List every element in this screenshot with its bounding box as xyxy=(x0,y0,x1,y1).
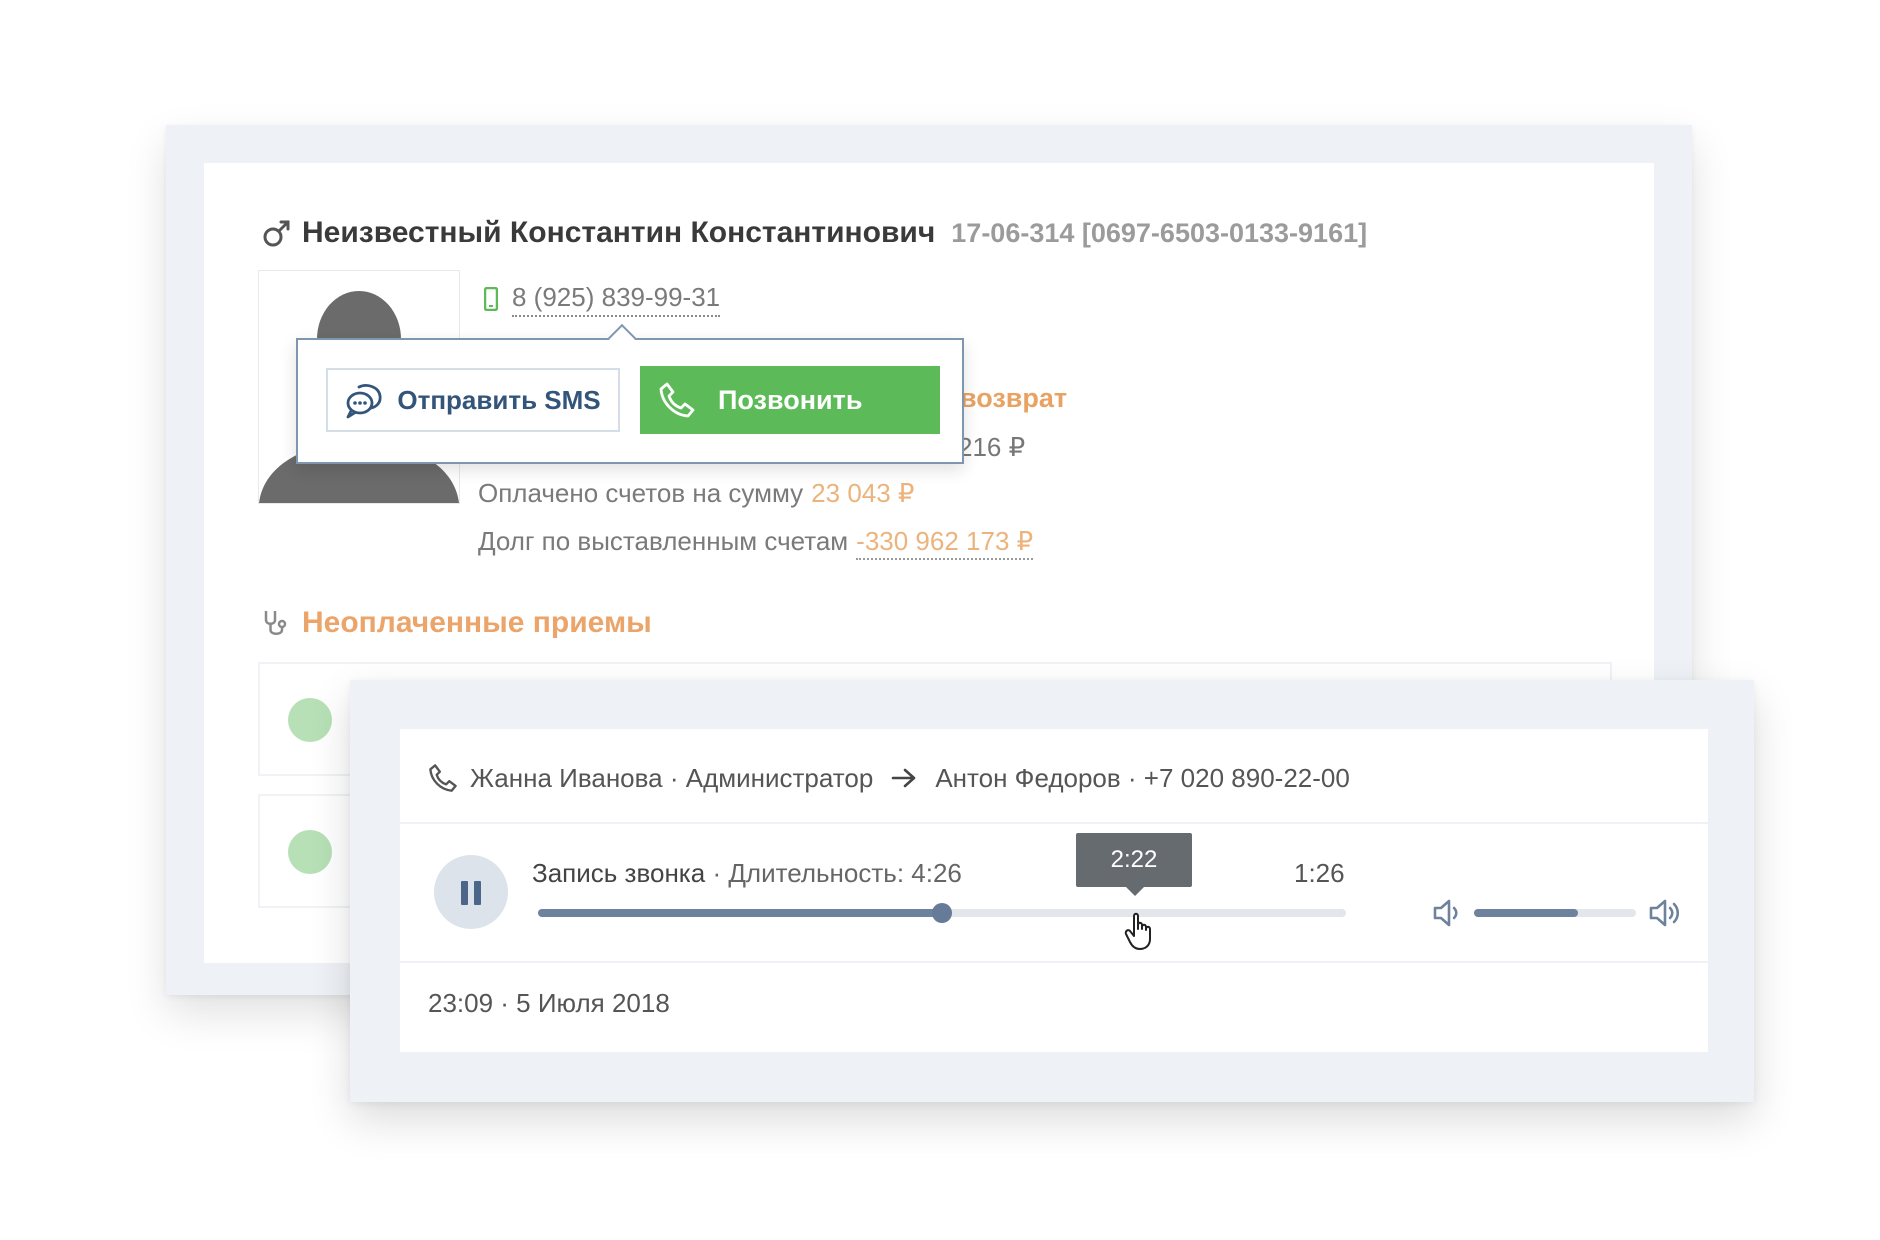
patient-phone[interactable]: 8 (925) 839-99-31 xyxy=(512,282,721,317)
male-icon xyxy=(263,220,290,247)
patient-header: Неизвестный Константин Константинович 17… xyxy=(262,213,1367,253)
balance-amount: 216 ₽ xyxy=(958,432,1026,462)
pause-button[interactable] xyxy=(434,855,508,929)
stethoscope-icon xyxy=(264,611,287,635)
debt-row: Долг по выставленным счетам -330 962 173 … xyxy=(478,526,1034,560)
send-sms-button[interactable]: Отправить SMS xyxy=(326,368,620,432)
volume-level xyxy=(1474,909,1578,917)
volume-low-icon[interactable] xyxy=(1432,896,1462,930)
call-button[interactable]: Позвонить xyxy=(640,366,940,434)
callee: Антон Федоров · +7 020 890-22-00 xyxy=(935,762,1350,793)
refund-link[interactable]: возврат xyxy=(960,383,1067,414)
caller: Жанна Иванова · Администратор xyxy=(470,762,874,793)
paid-invoices-row: Оплачено счетов на сумму 23 043 ₽ xyxy=(478,478,914,509)
hover-time-tooltip: 2:22 xyxy=(1076,833,1192,896)
call-label: Позвонить xyxy=(718,384,863,415)
phone-handset-icon xyxy=(659,382,695,418)
pause-icon xyxy=(461,881,468,905)
recording-title: Запись звонка xyxy=(532,858,706,888)
chat-bubbles-icon xyxy=(346,384,382,419)
seek-progress xyxy=(538,909,942,917)
recording-info: Запись звонка · Длительность: 4:26 xyxy=(532,858,962,889)
pause-icon xyxy=(474,881,481,905)
visit-status-dot xyxy=(288,698,332,742)
call-datetime: 23:09 · 5 Июля 2018 xyxy=(428,988,670,1018)
debt-amount[interactable]: -330 962 173 ₽ xyxy=(856,526,1034,560)
debt-label: Долг по выставленным счетам xyxy=(478,526,849,556)
remaining-time: 1:26 xyxy=(1294,858,1345,888)
visit-status-dot xyxy=(288,830,332,874)
volume-high-icon[interactable] xyxy=(1648,896,1684,930)
patient-name: Неизвестный Константин Константинович xyxy=(302,216,936,249)
seek-handle[interactable] xyxy=(932,903,952,923)
recording-duration: · Длительность: 4:26 xyxy=(712,858,962,888)
arrow-right-icon xyxy=(892,768,916,788)
hand-cursor-icon xyxy=(1124,912,1151,950)
paid-invoices-amount: 23 043 ₽ xyxy=(811,478,915,508)
mobile-phone-icon xyxy=(484,287,498,311)
paid-invoices-label: Оплачено счетов на сумму xyxy=(478,478,804,508)
phone-handset-icon xyxy=(429,764,457,792)
unpaid-visits-header: Неоплаченные приемы xyxy=(262,603,652,643)
call-route: Жанна Иванова · Администратор Антон Федо… xyxy=(428,758,1350,798)
divider xyxy=(400,961,1708,963)
unpaid-visits-title: Неоплаченные приемы xyxy=(302,606,652,639)
patient-id: 17-06-314 [0697-6503-0133-9161] xyxy=(951,217,1368,248)
divider xyxy=(400,822,1708,824)
patient-phone-row[interactable]: 8 (925) 839-99-31 xyxy=(484,282,721,317)
send-sms-label: Отправить SMS xyxy=(397,384,601,415)
